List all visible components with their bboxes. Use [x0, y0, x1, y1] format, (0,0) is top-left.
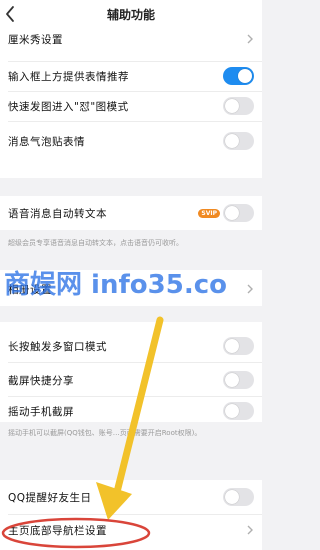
- setting-row-quick-image[interactable]: 快速发图进入"怼"图模式: [0, 91, 262, 121]
- setting-label: 消息气泡贴表情: [8, 135, 85, 148]
- setting-label: QQ提醒好友生日: [8, 491, 92, 504]
- page-title: 辅助功能: [106, 7, 155, 22]
- setting-label: 相册设置: [8, 283, 52, 296]
- chevron-right-icon: [247, 284, 253, 294]
- toggle-quick-image[interactable]: [223, 97, 254, 115]
- setting-row-birthday[interactable]: QQ提醒好友生日: [0, 482, 262, 512]
- setting-row-album[interactable]: 相册设置: [0, 274, 262, 304]
- chevron-right-icon: [247, 34, 253, 44]
- setting-row-emoji-recommend[interactable]: 输入框上方提供表情推荐: [0, 61, 262, 91]
- chevron-left-icon[interactable]: [2, 3, 20, 25]
- setting-row-voice-to-text[interactable]: 语音消息自动转文本 SVIP: [0, 198, 262, 228]
- setting-row-cmshow[interactable]: 厘米秀设置: [0, 24, 262, 54]
- shake-note: 摇动手机可以截屏(QQ钱包、账号…页面需要开启Root权限)。: [8, 429, 202, 437]
- toggle-birthday[interactable]: [223, 488, 254, 506]
- setting-label: 快速发图进入"怼"图模式: [8, 100, 129, 113]
- setting-row-screenshot-share[interactable]: 截屏快捷分享: [0, 365, 262, 395]
- settings-group-5: QQ提醒好友生日 主页底部导航栏设置: [0, 480, 262, 550]
- svip-badge: SVIP: [198, 208, 220, 218]
- chevron-right-icon: [247, 525, 253, 535]
- settings-group-4: 长按触发多窗口模式 截屏快捷分享 摇动手机截屏: [0, 322, 262, 422]
- setting-row-bottom-nav[interactable]: 主页底部导航栏设置: [0, 515, 262, 545]
- settings-group-2: 语音消息自动转文本 SVIP: [0, 196, 262, 230]
- toggle-voice-to-text[interactable]: [223, 204, 254, 222]
- setting-label: 截屏快捷分享: [8, 374, 74, 387]
- setting-label: 主页底部导航栏设置: [8, 524, 107, 537]
- toggle-emoji-recommend[interactable]: [223, 67, 254, 85]
- settings-group-1: 厘米秀设置 输入框上方提供表情推荐 快速发图进入"怼"图模式 消息气泡贴表情: [0, 28, 262, 178]
- setting-label: 厘米秀设置: [8, 33, 63, 46]
- toggle-shake-screenshot[interactable]: [223, 402, 254, 420]
- toggle-screenshot-share[interactable]: [223, 371, 254, 389]
- setting-row-shake-screenshot[interactable]: 摇动手机截屏: [0, 396, 262, 426]
- toggle-multi-window[interactable]: [223, 337, 254, 355]
- setting-label: 摇动手机截屏: [8, 405, 74, 418]
- setting-row-multi-window[interactable]: 长按触发多窗口模式: [0, 331, 262, 361]
- setting-row-bubble-sticker[interactable]: 消息气泡贴表情: [0, 126, 262, 156]
- settings-group-3: 相册设置: [0, 270, 262, 306]
- voice-note: 超级会员专享语音消息自动转文本，点击语音仍可收听。: [8, 239, 183, 247]
- toggle-bubble-sticker[interactable]: [223, 132, 254, 150]
- setting-label: 语音消息自动转文本: [8, 207, 107, 220]
- setting-label: 输入框上方提供表情推荐: [8, 70, 129, 83]
- setting-label: 长按触发多窗口模式: [8, 340, 107, 353]
